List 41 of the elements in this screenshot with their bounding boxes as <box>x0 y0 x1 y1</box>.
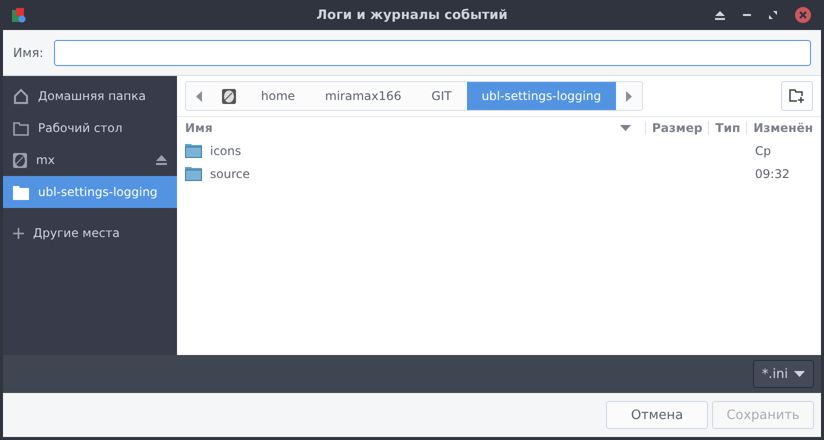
sidebar-item[interactable]: Рабочий стол <box>3 112 177 144</box>
sort-icon[interactable] <box>620 125 632 131</box>
path-button[interactable]: home <box>246 82 310 110</box>
disk-icon <box>13 152 27 168</box>
path-button[interactable]: GIT <box>416 82 467 110</box>
close-icon[interactable] <box>795 7 811 23</box>
path-button[interactable]: miramax166 <box>310 82 416 110</box>
folder-icon <box>13 184 29 200</box>
column-header[interactable]: Имя <box>185 121 620 135</box>
new-folder-icon <box>789 89 805 103</box>
folder-icon <box>185 166 202 181</box>
plus-icon <box>13 228 24 238</box>
restore-icon[interactable] <box>769 11 777 19</box>
modified-cell-text: 09:32 <box>755 166 791 180</box>
sidebar-item[interactable]: mx <box>3 144 177 176</box>
modified-cell-text: Ср <box>755 144 772 158</box>
scroll-left-icon[interactable] <box>196 90 202 102</box>
folder-icon <box>185 143 202 158</box>
sidebar-item[interactable]: Домашняя папка <box>3 80 177 112</box>
folder-icon <box>13 120 29 136</box>
app-icon <box>11 7 27 23</box>
sidebar-item[interactable]: Другие места <box>3 217 177 249</box>
path-button[interactable]: ubl-settings-logging <box>466 82 616 110</box>
column-header[interactable]: Тип <box>708 121 746 135</box>
column-header[interactable]: Изменён <box>746 121 813 135</box>
file-name[interactable]: source <box>210 166 755 180</box>
name-field[interactable] <box>54 40 811 66</box>
file-name[interactable]: icons <box>210 144 755 158</box>
scroll-right-icon[interactable] <box>626 90 632 102</box>
eject-icon[interactable] <box>156 155 167 165</box>
name-label: Имя: <box>13 45 44 60</box>
sidebar-item[interactable]: ubl-settings-logging <box>3 176 177 208</box>
filter-dropdown[interactable]: *.ini <box>752 360 814 388</box>
cancel-button[interactable]: Отмена <box>606 401 708 429</box>
home-icon <box>13 88 29 104</box>
column-header[interactable]: Размер <box>645 121 708 135</box>
disk-icon <box>222 88 236 104</box>
window-title: Логи и журналы событий <box>316 8 508 22</box>
eject-icon[interactable] <box>715 10 725 20</box>
new-folder-button[interactable] <box>781 81 813 111</box>
caret-icon <box>794 371 805 377</box>
